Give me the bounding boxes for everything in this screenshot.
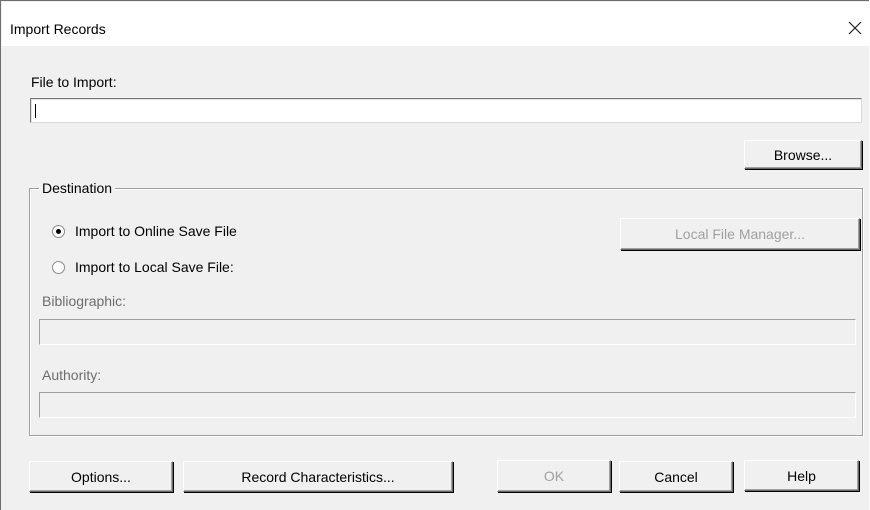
import-records-dialog: Import Records File to Import: Browse...…	[0, 0, 869, 510]
radio-import-local[interactable]: Import to Local Save File:	[52, 259, 234, 275]
file-to-import-field[interactable]	[30, 98, 862, 123]
options-button[interactable]: Options...	[29, 461, 173, 492]
browse-button[interactable]: Browse...	[744, 140, 862, 169]
cancel-button[interactable]: Cancel	[619, 461, 733, 492]
radio-import-local-label: Import to Local Save File:	[75, 259, 234, 275]
radio-empty-icon	[52, 260, 65, 274]
bibliographic-label: Bibliographic:	[42, 293, 127, 309]
close-icon[interactable]	[847, 20, 863, 36]
title-bar: Import Records	[2, 2, 869, 46]
local-file-manager-button[interactable]: Local File Manager...	[620, 218, 860, 250]
help-button[interactable]: Help	[744, 460, 859, 491]
destination-group-label: Destination	[39, 180, 116, 196]
record-characteristics-button[interactable]: Record Characteristics...	[183, 461, 453, 492]
radio-selected-icon	[52, 224, 65, 238]
authority-field[interactable]	[39, 392, 856, 418]
radio-import-online[interactable]: Import to Online Save File	[52, 223, 237, 239]
window-title: Import Records	[10, 21, 106, 37]
authority-label: Authority:	[42, 367, 102, 383]
radio-import-online-label: Import to Online Save File	[75, 223, 237, 239]
file-to-import-label: File to Import:	[31, 74, 117, 90]
bibliographic-field[interactable]	[39, 319, 856, 345]
text-caret	[35, 104, 36, 118]
ok-button[interactable]: OK	[497, 460, 611, 492]
